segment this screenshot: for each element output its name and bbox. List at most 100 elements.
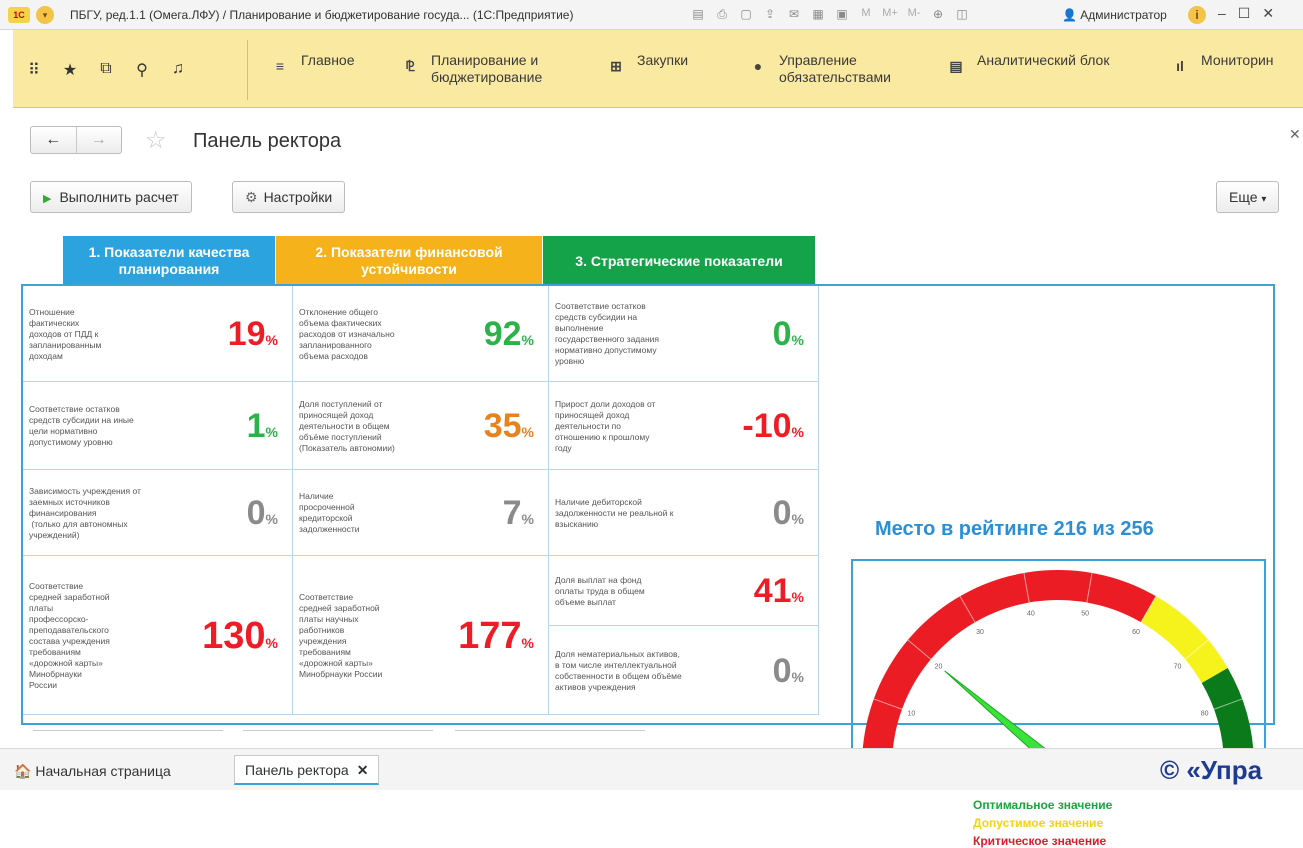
- indicator-cell: Зависимость учреждения от заемных источн…: [23, 470, 293, 556]
- scroll-divider: [33, 730, 223, 731]
- memory-mminus[interactable]: M-: [906, 7, 922, 22]
- gauge-tick-label: 20: [935, 664, 943, 671]
- cart-icon: ⊞: [610, 58, 622, 74]
- nav-section-monitoring[interactable]: ıl Мониторин: [1171, 52, 1273, 75]
- main-menu-button[interactable]: ▾: [36, 6, 54, 24]
- nav-section-purchases[interactable]: ⊞ Закупки: [607, 52, 688, 75]
- tab-financial-stability[interactable]: 2. Показатели финансовой устойчивости: [276, 236, 542, 286]
- more-button[interactable]: Еще ▾: [1216, 181, 1280, 213]
- window-titlebar: 1C ▾ ПБГУ, ред.1.1 (Омега.ЛФУ) / Планиро…: [0, 0, 1303, 30]
- indicator-cell: Отношение фактических доходов от ПДД к з…: [23, 286, 293, 382]
- apps-grid-icon[interactable]: ⠿: [25, 60, 43, 80]
- indicator-value: 41%: [754, 572, 804, 611]
- panel-icon[interactable]: ◫: [954, 7, 970, 22]
- close-form-icon[interactable]: ✕: [1289, 126, 1301, 143]
- indicator-value: 19%: [228, 315, 278, 354]
- nav-section-label: Закупки: [637, 52, 689, 68]
- nav-section-analytics[interactable]: ▤ Аналитический блок: [947, 52, 1109, 75]
- gauge-tick-label: 70: [1174, 664, 1182, 671]
- forward-button[interactable]: →: [75, 127, 122, 153]
- history-icon[interactable]: ⧉: [97, 60, 115, 80]
- current-user[interactable]: 👤 Администратор: [1062, 8, 1167, 22]
- indicator-label: Доля нематериальных активов, в том числе…: [555, 648, 682, 692]
- indicator-label: Наличие просроченной кредиторской задолж…: [299, 491, 360, 534]
- page-title: Панель ректора: [193, 130, 342, 152]
- maximize-button[interactable]: ☐: [1238, 5, 1251, 22]
- upload-icon[interactable]: ⇪: [762, 7, 778, 22]
- nav-section-main[interactable]: ≡ Главное: [271, 52, 355, 75]
- gauge-tick-label: 80: [1201, 711, 1209, 718]
- form-area: ← → ☆ Панель ректора ✕ ▶ Выполнить расчет…: [13, 108, 1303, 848]
- print-icon[interactable]: ⎙: [714, 7, 730, 22]
- indicator-value: 7%: [503, 494, 534, 533]
- settings-button[interactable]: ⚙ Настройки: [232, 181, 346, 213]
- tab-planning-quality[interactable]: 1. Показатели качества планирования: [63, 236, 275, 286]
- settings-label: Настройки: [263, 189, 333, 205]
- run-calculation-button[interactable]: ▶ Выполнить расчет: [30, 181, 192, 213]
- active-window-tab[interactable]: Панель ректора ✕: [234, 755, 380, 785]
- indicators-panel: Отношение фактических доходов от ПДД к з…: [21, 284, 1275, 848]
- history-nav: ← →: [30, 126, 122, 154]
- indicator-cell: Доля поступлений от приносящей доход дея…: [293, 382, 549, 470]
- calendar-icon[interactable]: ▣: [834, 7, 850, 22]
- legend-acceptable: Допустимое значение: [973, 816, 1104, 830]
- legend-critical: Критическое значение: [973, 834, 1107, 848]
- back-button[interactable]: ←: [31, 127, 76, 153]
- indicator-label: Соответствие остатков средств субсидии н…: [555, 301, 660, 366]
- tab-strategic[interactable]: 3. Стратегические показатели: [543, 236, 815, 286]
- run-calculation-label: Выполнить расчет: [59, 189, 179, 205]
- favorites-star-icon[interactable]: ★: [61, 60, 79, 80]
- indicator-number: 7: [502, 494, 522, 532]
- chart-icon: ıl: [1176, 58, 1184, 74]
- preview-icon[interactable]: ▢: [738, 7, 754, 22]
- indicator-unit: %: [521, 332, 534, 348]
- indicator-unit: %: [265, 511, 278, 527]
- home-tab-label: Начальная страница: [35, 763, 171, 779]
- indicator-number: 0: [772, 315, 792, 353]
- indicator-cell: Доля выплат на фонд оплаты труда в общем…: [549, 556, 819, 626]
- indicator-unit: %: [521, 511, 534, 527]
- indicator-cell: Наличие дебиторской задолженности не реа…: [549, 470, 819, 556]
- minimize-button[interactable]: –: [1218, 5, 1226, 22]
- obligations-icon: ●: [753, 58, 763, 74]
- indicator-value: 0%: [773, 315, 804, 354]
- search-icon[interactable]: ⚲: [133, 60, 151, 80]
- calculator-icon[interactable]: ▦: [810, 7, 826, 22]
- gauge-tick-label: 40: [1027, 610, 1035, 617]
- menu-icon: ≡: [275, 58, 285, 74]
- toolbar-icons: ▤ ⎙ ▢ ⇪ ✉ ▦ ▣ M M+ M- ⊕ ◫: [690, 7, 970, 22]
- indicator-value: -10%: [742, 407, 804, 446]
- indicator-cell: Соответствие средней заработной платы пр…: [23, 556, 293, 715]
- bell-icon[interactable]: ♫: [169, 60, 187, 80]
- indicator-cell: Наличие просроченной кредиторской задолж…: [293, 470, 549, 556]
- indicator-number: 19: [227, 315, 266, 353]
- indicator-unit: %: [791, 332, 804, 348]
- indicator-unit: %: [265, 634, 278, 651]
- email-icon[interactable]: ✉: [786, 7, 802, 22]
- nav-section-planning[interactable]: ⅊ Планирование и бюджетирование: [401, 52, 542, 86]
- legend-optimal: Оптимальное значение: [973, 798, 1113, 812]
- briefcase-icon: ▤: [949, 58, 963, 74]
- indicator-label: Соответствие остатков средств субсидии н…: [29, 404, 134, 447]
- indicator-unit: %: [265, 332, 278, 348]
- nav-section-obligations[interactable]: ● Управление обязательствами: [749, 52, 891, 86]
- planning-icon: ⅊: [405, 58, 415, 74]
- save-icon[interactable]: ▤: [690, 7, 706, 22]
- indicator-number: 92: [483, 315, 522, 353]
- indicator-label: Доля выплат на фонд оплаты труда в общем…: [555, 574, 645, 607]
- gauge-tick-label: 10: [908, 711, 916, 718]
- zoom-icon[interactable]: ⊕: [930, 7, 946, 22]
- memory-mplus[interactable]: M+: [882, 7, 898, 22]
- favorite-star-icon[interactable]: ☆: [145, 126, 167, 155]
- memory-m[interactable]: M: [858, 7, 874, 22]
- app-logo: 1C: [8, 7, 30, 23]
- indicator-cell: Доля нематериальных активов, в том числе…: [549, 626, 819, 715]
- info-icon[interactable]: i: [1188, 6, 1206, 24]
- indicator-label: Соответствие средней заработной платы на…: [299, 591, 383, 679]
- close-window-button[interactable]: ✕: [1262, 5, 1274, 22]
- home-page-tab[interactable]: 🏠 Начальная страница: [14, 759, 171, 783]
- indicator-value: 177%: [458, 615, 534, 658]
- indicator-number: 0: [772, 651, 792, 690]
- close-tab-icon[interactable]: ✕: [357, 762, 369, 778]
- indicator-value: 35%: [484, 407, 534, 446]
